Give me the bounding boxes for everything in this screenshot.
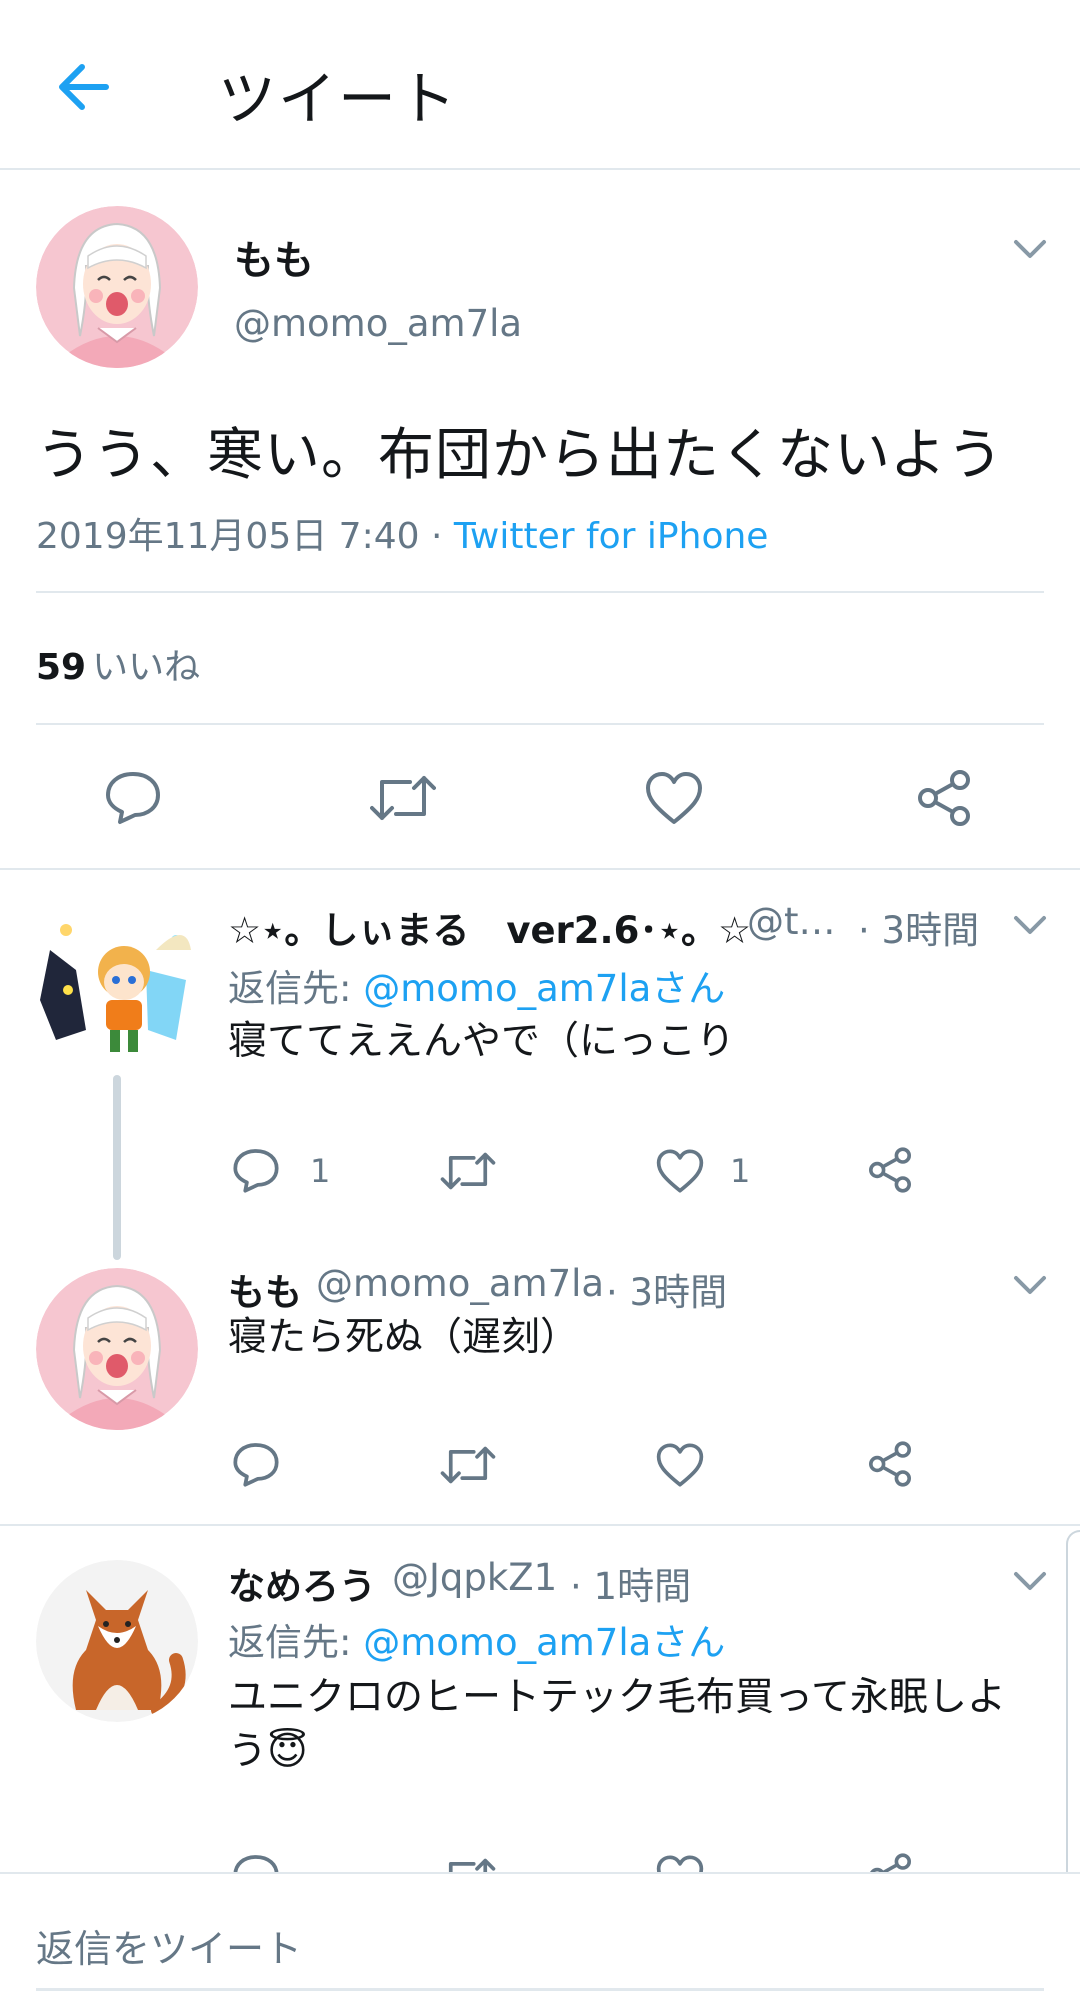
arrow-left-icon	[59, 64, 109, 110]
like-count: 1	[730, 1152, 751, 1190]
avatar-anime-characters-icon	[36, 910, 198, 1072]
reply-icon	[106, 772, 160, 824]
retweet-icon	[440, 1446, 496, 1484]
avatar-fox-icon	[36, 1560, 198, 1722]
section-divider	[0, 868, 1080, 870]
reply-author-handle[interactable]: @JqpkZ1	[392, 1556, 557, 1599]
reply-text-line: ユニクロのヒートテック毛布買って永眠しよ	[228, 1675, 1007, 1720]
chevron-down-icon[interactable]	[1012, 1274, 1048, 1298]
avatar[interactable]	[36, 206, 198, 368]
chevron-down-icon[interactable]	[1012, 238, 1048, 262]
reply-to-line: 返信先: @momo_am7laさん	[228, 958, 725, 1012]
reply-author-name[interactable]: ☆⋆。しぃまる ver2.6･⋆。☆	[228, 900, 751, 954]
author-handle[interactable]: @momo_am7la	[234, 302, 522, 345]
like-button[interactable]	[655, 1148, 705, 1198]
reply-author-name[interactable]: なめろう	[228, 1556, 376, 1610]
reply-text: 寝たら死ぬ（遅刻）	[228, 1315, 580, 1360]
reply-time: · 3時間	[606, 1271, 728, 1314]
heart-icon	[646, 772, 702, 824]
avatar[interactable]	[36, 1560, 198, 1722]
like-button[interactable]	[644, 770, 704, 830]
share-button[interactable]	[866, 1440, 914, 1492]
heart-icon	[656, 1149, 704, 1193]
retweet-icon	[440, 1152, 496, 1190]
section-divider	[0, 1524, 1080, 1526]
tweet-source-link[interactable]: Twitter for iPhone	[454, 516, 769, 557]
reply-count: 1	[310, 1152, 331, 1190]
tweet-date: 2019年11月05日 7:40	[36, 516, 420, 557]
reply-author-name[interactable]: もも	[228, 1262, 302, 1316]
reply-time: · 3時間	[858, 909, 980, 952]
likes-count: 59	[36, 647, 87, 688]
reply-input[interactable]: 返信をツイート	[36, 1918, 302, 1973]
likes-label: いいね	[92, 647, 201, 688]
reply-to-mention[interactable]: @momo_am7laさん	[363, 1621, 725, 1664]
share-icon	[869, 1147, 911, 1193]
avatar[interactable]	[36, 1268, 198, 1430]
reply-composer: 返信をツイート	[0, 1872, 1080, 2007]
reply-text-line: う😇	[228, 1726, 308, 1778]
reply-to-label: 返信先:	[228, 967, 364, 1010]
thread-connector	[113, 1075, 121, 1260]
share-button[interactable]	[914, 768, 974, 832]
top-bar: ツイート	[0, 0, 1080, 170]
page-title: ツイート	[218, 65, 459, 133]
reply-text: 寝ててええんやで（にっこり	[228, 1019, 736, 1064]
back-button[interactable]	[52, 55, 116, 119]
retweet-button[interactable]	[440, 1442, 496, 1492]
chevron-down-icon[interactable]	[1012, 914, 1048, 938]
reply-button[interactable]	[104, 768, 162, 830]
divider	[36, 591, 1044, 593]
divider	[36, 723, 1044, 725]
share-icon	[869, 1441, 911, 1487]
heart-icon	[656, 1443, 704, 1487]
reply-to-line: 返信先: @momo_am7laさん	[228, 1612, 725, 1666]
likes-summary[interactable]: 59 いいね	[36, 638, 200, 690]
reply-to-label: 返信先:	[228, 1621, 364, 1664]
reply-button[interactable]	[232, 1440, 280, 1492]
reply-button[interactable]	[232, 1146, 280, 1198]
reply-icon	[233, 1149, 279, 1193]
like-button[interactable]	[655, 1442, 705, 1492]
reply-time: · 1時間	[570, 1565, 692, 1608]
tweet-meta: 2019年11月05日 7:40 · Twitter for iPhone	[36, 507, 768, 559]
tweet-text: うう、寒い。布団から出たくないよう	[36, 423, 1004, 488]
avatar-girl-icon	[36, 1268, 198, 1430]
share-icon	[918, 770, 970, 826]
retweet-button[interactable]	[440, 1148, 496, 1198]
input-underline	[36, 1988, 1044, 1991]
reply-author-handle[interactable]: @t…	[747, 900, 836, 943]
reply-author-handle[interactable]: @momo_am7la	[316, 1262, 604, 1305]
meta-separator: ·	[419, 516, 454, 557]
avatar-girl-icon	[36, 206, 198, 368]
retweet-button[interactable]	[370, 770, 436, 830]
retweet-icon	[370, 776, 436, 820]
author-name[interactable]: もも	[234, 228, 314, 286]
reply-to-mention[interactable]: @momo_am7laさん	[363, 967, 725, 1010]
chevron-down-icon[interactable]	[1012, 1570, 1048, 1594]
smiling-angel-emoji: 😇	[267, 1729, 308, 1774]
reply-icon	[233, 1443, 279, 1487]
reply-text-end: う	[228, 1729, 268, 1774]
share-button[interactable]	[866, 1146, 914, 1198]
avatar[interactable]	[36, 910, 198, 1072]
